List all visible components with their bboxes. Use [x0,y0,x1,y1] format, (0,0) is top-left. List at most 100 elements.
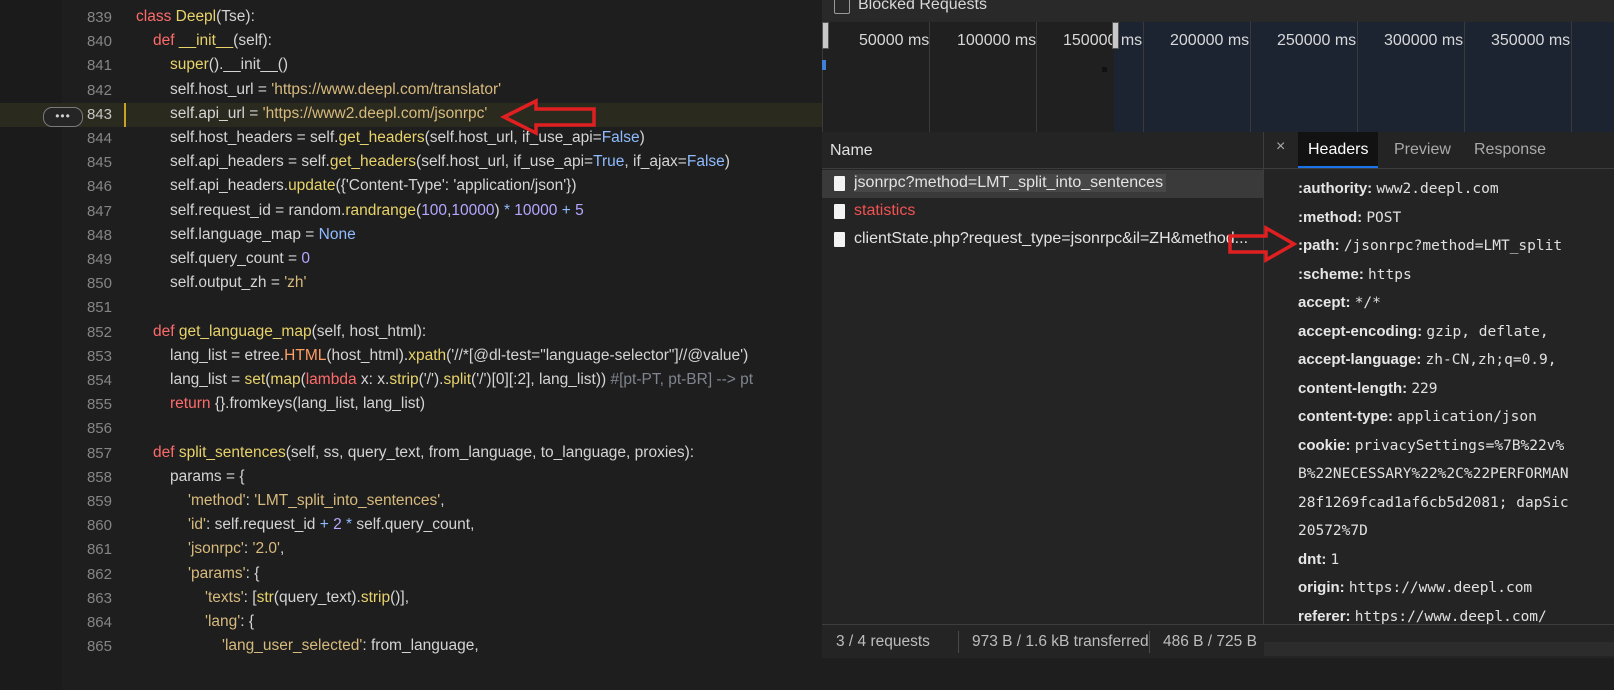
code-line[interactable]: 863 'texts': [str(query_text).strip()], [0,587,822,611]
code-token: 'https://www2.deepl.com/jsonrpc' [262,104,488,122]
timeline-left-handle[interactable] [822,22,829,49]
code-line[interactable]: 862 'params': { [0,563,822,587]
code-token: 10000 [451,201,495,219]
code-line[interactable]: 840 def __init__(self): [0,30,822,54]
code-token: self.query_count = [170,250,302,267]
code-token: 'jsonrpc' [188,540,244,558]
request-row[interactable]: clientState.php?request_type=jsonrpc&il=… [822,226,1263,254]
code-token: 5 [570,201,584,219]
code-line[interactable]: 865 'lang_user_selected': from_language, [0,635,822,659]
blocked-requests-checkbox[interactable] [834,0,850,14]
code-line[interactable]: 843 self.api_url = 'https://www2.deepl.co… [0,102,822,127]
code-line[interactable]: 846 self.api_headers.update({'Content-Typ… [0,175,822,199]
header-key: :scheme: [1298,265,1364,283]
code-line[interactable]: 849 self.query_count = 0 [0,248,822,272]
code-token: (self, host_html): [311,322,427,340]
code-line[interactable]: 853 lang_list = etree.HTML(host_html).xpa… [0,345,822,369]
code-line[interactable]: 845 self.api_headers = self.get_headers(s… [0,151,822,175]
header-row: content-type: application/json [1298,408,1537,425]
code-token: , [279,540,285,558]
code-token: 'lang' [205,613,241,630]
timeline-right-handle[interactable] [1112,22,1119,49]
network-overview-timeline[interactable]: 50000 ms 100000 ms 150000 ms 200000 ms 2… [822,22,1614,132]
timeline-tick-label: 300000 ms [1384,32,1464,49]
line-number: 859 [86,493,112,510]
code-line[interactable]: 844 self.host_headers = self.get_headers(… [0,127,822,151]
code-text: self.api_headers.update({'Content-Type':… [170,177,577,195]
code-line[interactable]: 856 [0,417,822,441]
code-text: 'lang_user_selected': from_language, [222,637,479,655]
tab-response[interactable]: Response [1464,132,1556,168]
code-token: (self, ss, query_text, from_language, to… [285,443,695,461]
code-line[interactable]: 842 self.host_url = 'https://www.deepl.co… [0,79,822,103]
code-text: return {}.fromkeys(lang_list, lang_list) [170,395,425,413]
code-token: def [153,32,179,50]
code-token: 'method' [188,492,246,509]
code-token: {}.fromkeys(lang_list, lang_list) [214,395,426,413]
timeline-gridline [1357,22,1358,132]
code-token: lambda [305,371,357,388]
horizontal-scrollbar[interactable] [1264,642,1614,656]
name-column-header[interactable]: Name [822,132,1263,169]
code-token: map [270,371,301,388]
code-token: x: x. [356,371,390,388]
code-line[interactable]: 841 super().__init__() [0,54,822,78]
code-line[interactable]: 852 def get_language_map(self, host_html)… [0,321,822,345]
code-token: ()], [390,588,410,606]
code-token: 2 [328,516,342,534]
request-name: clientState.php?request_type=jsonrpc&il=… [854,230,1249,247]
code-text: self.query_count = 0 [170,250,310,268]
header-key: :authority: [1298,180,1373,197]
folded-code-button[interactable]: ••• [43,107,83,127]
code-line[interactable]: 858 params = { [0,466,822,490]
code-token: (host_html). [326,346,409,364]
code-line[interactable]: 864 'lang': { [0,611,822,635]
code-line[interactable]: 839 class Deepl(Tse): [0,6,822,30]
code-line[interactable]: 850 self.output_zh = 'zh' [0,272,822,296]
code-line[interactable]: 848 self.language_map = None [0,224,822,248]
header-row: referer: https://www.deepl.com/ [1298,608,1547,625]
code-token: super [170,56,209,74]
code-line[interactable]: 855 return {}.fromkeys(lang_list, lang_li… [0,393,822,417]
tab-preview[interactable]: Preview [1384,132,1461,168]
document-icon [834,176,845,191]
code-token: #[pt-PT, pt-BR] --> pt [610,371,754,388]
code-text: self.request_id = random.randrange(100,1… [170,202,584,220]
code-token: lang_list = [170,371,245,388]
code-line[interactable]: 859 'method': 'LMT_split_into_sentences', [0,490,822,514]
line-number: 864 [86,614,112,631]
request-row[interactable]: statistics [822,198,1263,226]
request-count: 3 / 4 requests [836,633,930,650]
code-text: 'lang': { [205,613,254,631]
header-value: POST [1366,209,1402,226]
code-line[interactable]: 851 [0,296,822,320]
header-row: :scheme: https [1298,266,1412,283]
line-number: 841 [86,57,112,75]
line-number: 852 [86,323,112,341]
line-number: 850 [86,275,112,293]
request-row[interactable]: jsonrpc?method=LMT_split_into_sentences [822,170,1263,198]
header-row: dnt: 1 [1298,551,1339,568]
header-key: :path: [1298,237,1340,254]
line-number: 848 [86,226,112,244]
header-row: :authority: www2.deepl.com [1298,180,1499,197]
code-token: 100 [421,201,448,219]
waterfall-dot [1102,67,1107,72]
details-tab-bar: × Headers Preview Response [1264,132,1614,169]
code-token: randrange [345,201,417,219]
code-line[interactable]: 857 def split_sentences(self, ss, query_t… [0,442,822,466]
close-icon[interactable]: × [1276,138,1285,156]
code-token: None [318,225,356,243]
blocked-requests-label: Blocked Requests [858,0,987,13]
code-token: False [686,153,725,171]
code-line[interactable]: 854 lang_list = set(map(lambda x: x.strip… [0,369,822,393]
tab-headers[interactable]: Headers [1298,132,1379,168]
timeline-tick-label: 200000 ms [1170,32,1250,49]
code-line[interactable]: 847 self.request_id = random.randrange(10… [0,200,822,224]
line-number: 865 [86,638,112,656]
code-editor[interactable]: 839 class Deepl(Tse): 840 def __init__(self… [0,0,822,690]
code-line[interactable]: 861 'jsonrpc': '2.0', [0,538,822,562]
code-token: (query_text). [273,588,361,606]
code-line[interactable]: 860 'id': self.request_id + 2 * self.quer… [0,514,822,538]
red-arrow-annotation [500,98,596,136]
